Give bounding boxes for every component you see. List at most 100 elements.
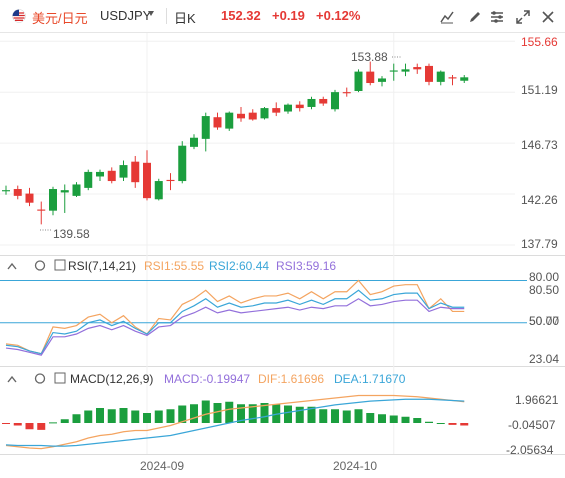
candle-body	[460, 77, 469, 81]
candle-body	[401, 69, 410, 72]
macd-bar	[37, 423, 46, 430]
macd-bar	[107, 409, 116, 423]
candle-body	[84, 171, 93, 188]
macd-bar	[119, 408, 128, 423]
candle-body	[96, 171, 104, 177]
candle-body	[107, 170, 116, 182]
candle-body	[436, 71, 445, 82]
dea-value: DEA:1.71670	[334, 372, 406, 386]
macd-tick-label: -2.05634	[506, 443, 554, 457]
macd-bar	[201, 400, 210, 423]
candle-body	[342, 92, 351, 94]
candle-body	[201, 116, 210, 139]
macd-bar	[295, 406, 304, 423]
x-tick-label: 2024-10	[333, 459, 377, 473]
candle-body	[413, 67, 422, 70]
candle-body	[237, 113, 245, 119]
collapse-icon[interactable]	[7, 262, 17, 270]
rsi1-value: RSI1:55.55	[144, 259, 204, 273]
candle-body	[178, 145, 187, 182]
candle-body	[295, 104, 304, 109]
macd-bar	[389, 415, 398, 423]
dif-value: DIF:1.61696	[258, 372, 324, 386]
macd-bar	[190, 404, 198, 423]
candle-body	[260, 108, 269, 119]
macd-bar	[72, 414, 81, 423]
candle-body	[49, 189, 57, 211]
candle-body	[378, 78, 386, 82]
macd-bar	[425, 421, 433, 423]
candle-body	[331, 92, 339, 110]
macd-bar	[284, 405, 292, 423]
macd-bar	[13, 423, 22, 426]
candle-body	[272, 108, 281, 113]
macd-bar	[143, 413, 151, 423]
macd-value: MACD:-0.19947	[164, 372, 250, 386]
macd-bar	[319, 409, 328, 423]
macd-bar	[96, 408, 104, 423]
candle-body	[425, 65, 433, 82]
macd-bar	[154, 410, 163, 423]
macd-bar	[401, 416, 410, 423]
candle-body	[213, 117, 222, 128]
macd-bar	[166, 409, 175, 423]
rsi3-value: RSI3:59.16	[276, 259, 336, 273]
rsi2-value: RSI2:60.44	[209, 259, 269, 273]
macd-bar	[25, 423, 34, 430]
candle-body	[248, 112, 257, 120]
y-tick-label: 151.19	[521, 83, 558, 97]
macd-bar	[84, 410, 93, 423]
macd-bar	[342, 410, 351, 423]
candle-body	[37, 209, 46, 211]
chart-canvas: 153.88 139.58 155.66 151.19 146.73 142.2…	[0, 32, 565, 473]
indicator-icon	[54, 372, 66, 384]
candle-body	[154, 181, 163, 200]
macd-label: MACD(12,26,9)	[70, 372, 153, 386]
macd-tick-label: 1.96621	[515, 393, 559, 407]
candle-body	[72, 184, 81, 196]
rsi-line-rsi1	[5, 279, 465, 355]
macd-bar	[49, 422, 57, 424]
macd-bar	[60, 419, 69, 423]
rsi-tick-label: 80.50	[529, 283, 559, 297]
macd-tick-label: -0.04507	[508, 418, 556, 432]
candle-body	[25, 193, 34, 203]
candle-body	[319, 98, 328, 104]
macd-bar	[225, 401, 234, 423]
y-tick-label: 137.79	[521, 237, 558, 251]
candle-body	[166, 179, 175, 182]
rsi-legend: RSI(7,14,21) RSI1:55.55 RSI2:60.44 RSI3:…	[7, 259, 336, 273]
candle-body	[143, 162, 151, 199]
settings-icon[interactable]	[34, 373, 46, 384]
candle-body	[190, 137, 198, 147]
macd-bar	[378, 414, 386, 423]
macd-bar	[448, 423, 457, 425]
rsi-line-rsi3	[5, 298, 465, 356]
candle-body	[131, 161, 140, 183]
candle-body	[307, 98, 316, 107]
rsi-tick-label: 80.00	[529, 270, 559, 284]
candle-body	[284, 104, 292, 112]
high-annotation: 153.88	[351, 50, 388, 64]
candle-body	[2, 190, 10, 192]
rsi-tick-label: 50.77	[529, 314, 559, 328]
candle-body	[354, 71, 363, 91]
y-tick-label: 142.26	[521, 193, 558, 207]
candle-body	[225, 112, 234, 129]
y-tick-label: 155.66	[521, 35, 558, 49]
macd-bar	[131, 410, 140, 423]
low-annotation: 139.58	[53, 227, 90, 241]
macd-bar	[354, 409, 363, 423]
indicator-icon	[54, 259, 66, 271]
x-tick-label: 2024-09	[140, 459, 184, 473]
macd-bar	[413, 418, 422, 423]
candle-body	[119, 165, 128, 178]
y-tick-label: 146.73	[521, 138, 558, 152]
settings-icon[interactable]	[34, 260, 46, 271]
candle-body	[60, 190, 69, 193]
candle-body	[389, 70, 398, 72]
candle-body	[13, 189, 22, 196]
rsi-label: RSI(7,14,21)	[68, 259, 136, 273]
collapse-icon[interactable]	[7, 375, 17, 383]
macd-bar	[436, 423, 445, 424]
